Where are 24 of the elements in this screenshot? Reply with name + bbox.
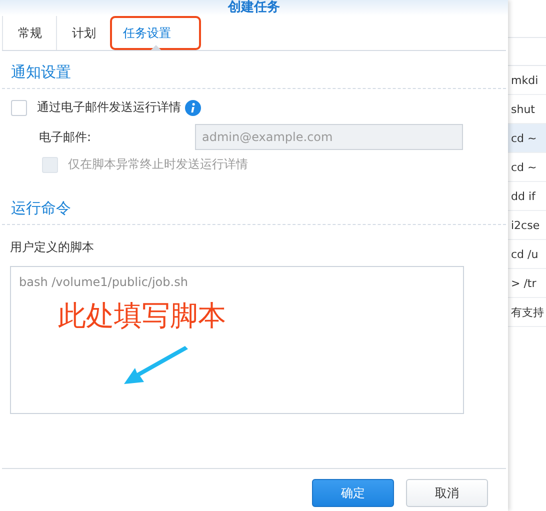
checkbox-label: 仅在脚本异常终止时发送运行详情 bbox=[68, 156, 248, 173]
command-text: dd if bbox=[511, 190, 536, 202]
annotation-text: 此处填写脚本 bbox=[58, 300, 226, 332]
checkbox-label: 通过电子邮件发送运行详情 bbox=[37, 99, 181, 116]
checkbox[interactable] bbox=[11, 100, 27, 116]
info-icon[interactable] bbox=[185, 100, 201, 116]
tab[interactable]: 任务设置 bbox=[110, 16, 201, 50]
command-text: cd ~ bbox=[511, 160, 537, 174]
window-title: 创建任务 bbox=[228, 0, 280, 15]
command-text: i2cse bbox=[511, 218, 540, 232]
section-heading: 通知设置 bbox=[2, 51, 506, 89]
script-label: 用户定义的脚本 bbox=[10, 239, 94, 256]
email-label: 电子邮件: bbox=[39, 128, 92, 146]
command-text: 有支持 bbox=[511, 304, 544, 320]
cancel-button[interactable]: 取消 bbox=[406, 479, 488, 507]
tab[interactable]: 常规 bbox=[2, 16, 56, 50]
command-text: mkdi bbox=[511, 74, 538, 86]
command-text: cd ~ bbox=[511, 132, 537, 144]
section-heading: 运行命令 bbox=[2, 187, 506, 225]
command-text: cd /u bbox=[511, 248, 538, 260]
command-text: > /tr bbox=[511, 276, 536, 290]
command-text: shut bbox=[511, 102, 535, 116]
list-row[interactable]: cd ~ bbox=[508, 124, 546, 153]
tab[interactable]: 计划 bbox=[56, 16, 110, 50]
